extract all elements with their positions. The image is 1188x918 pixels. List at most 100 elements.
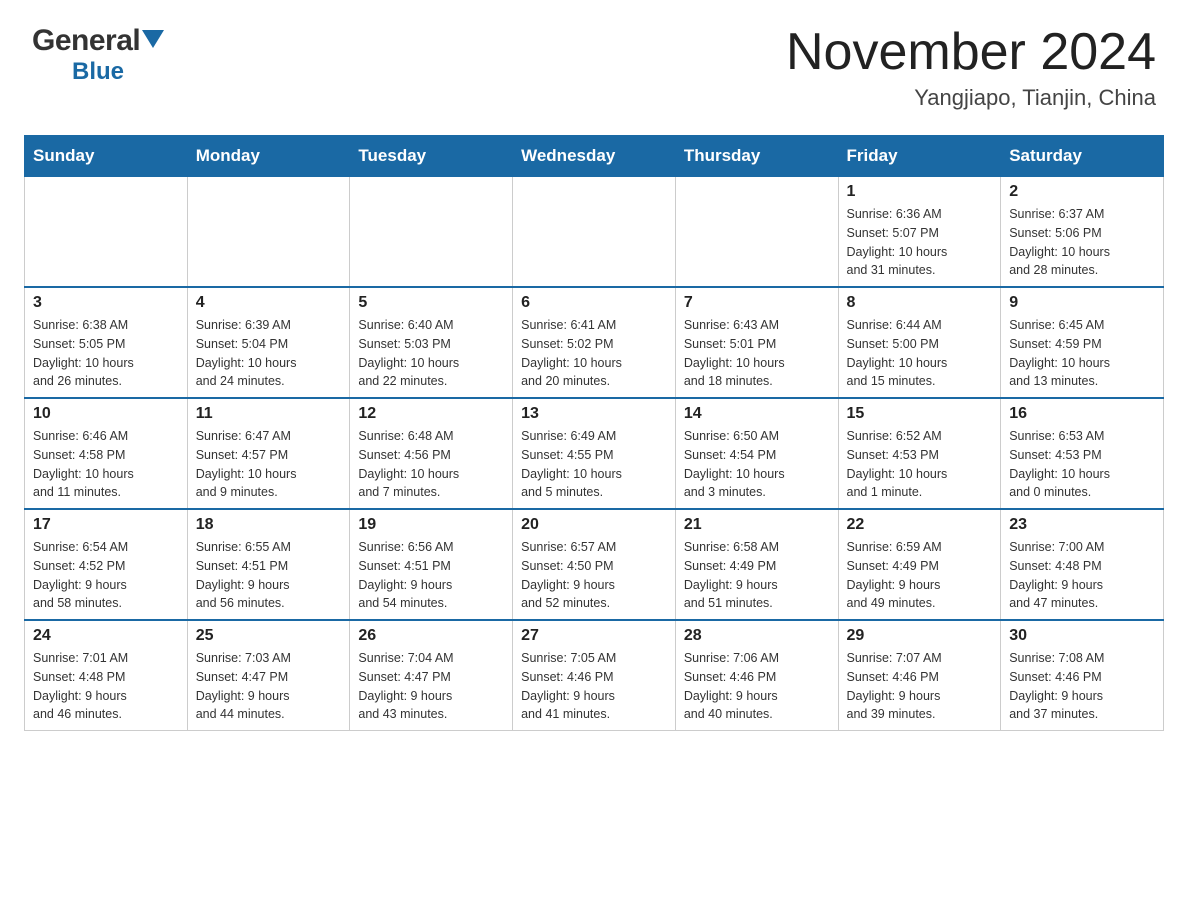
- calendar-cell: 29Sunrise: 7:07 AM Sunset: 4:46 PM Dayli…: [838, 620, 1001, 731]
- calendar-cell: [350, 177, 513, 288]
- day-number: 15: [847, 405, 993, 423]
- logo-triangle-icon: [142, 30, 164, 53]
- calendar-cell: [25, 177, 188, 288]
- calendar-cell: 27 Sunrise: 7:05 AM Sunset: 4:46 PM Dayli…: [513, 620, 676, 731]
- day-info: Sunrise: 6:55 AM Sunset: 4:51 PM Dayligh…: [196, 538, 342, 613]
- calendar-cell: 26Sunrise: 7:04 AM Sunset: 4:47 PM Dayli…: [350, 620, 513, 731]
- day-number: 2: [1009, 183, 1155, 201]
- calendar-cell: 20Sunrise: 6:57 AM Sunset: 4:50 PM Dayli…: [513, 509, 676, 620]
- day-number: 11: [196, 405, 342, 423]
- day-number: 3: [33, 294, 179, 312]
- calendar-cell: 28 Sunrise: 7:06 AM Sunset: 4:46 PM Dayli…: [675, 620, 838, 731]
- day-info: Sunrise: 6:52 AM Sunset: 4:53 PM Dayligh…: [847, 427, 993, 502]
- day-of-week-header: Monday: [187, 136, 350, 177]
- calendar-cell: 12 Sunrise: 6:48 AM Sunset: 4:56 PM Dayli…: [350, 398, 513, 509]
- day-number: 16: [1009, 405, 1155, 423]
- day-number: 9: [1009, 294, 1155, 312]
- calendar-cell: 17 Sunrise: 6:54 AM Sunset: 4:52 PM Dayli…: [25, 509, 188, 620]
- day-info: Sunrise: 6:45 AM Sunset: 4:59 PM Dayligh…: [1009, 316, 1155, 391]
- calendar-cell: 6 Sunrise: 6:41 AM Sunset: 5:02 PM Daylig…: [513, 287, 676, 398]
- day-number: 29: [847, 627, 993, 645]
- day-number: 24: [33, 627, 179, 645]
- calendar-cell: 13 Sunrise: 6:49 AM Sunset: 4:55 PM Dayli…: [513, 398, 676, 509]
- calendar-cell: 16 Sunrise: 6:53 AM Sunset: 4:53 PM Dayli…: [1001, 398, 1164, 509]
- day-info: Sunrise: 6:41 AM Sunset: 5:02 PM Dayligh…: [521, 316, 667, 391]
- day-number: 25: [196, 627, 342, 645]
- day-info: Sunrise: 6:39 AM Sunset: 5:04 PM Dayligh…: [196, 316, 342, 391]
- calendar-cell: 5 Sunrise: 6:40 AM Sunset: 5:03 PM Daylig…: [350, 287, 513, 398]
- location-subtitle: Yangjiapo, Tianjin, China: [786, 85, 1156, 111]
- day-info: Sunrise: 7:00 AM Sunset: 4:48 PM Dayligh…: [1009, 538, 1155, 613]
- day-info: Sunrise: 6:46 AM Sunset: 4:58 PM Dayligh…: [33, 427, 179, 502]
- calendar-cell: 19 Sunrise: 6:56 AM Sunset: 4:51 PM Dayli…: [350, 509, 513, 620]
- day-info: Sunrise: 6:56 AM Sunset: 4:51 PM Dayligh…: [358, 538, 504, 613]
- calendar-table: SundayMondayTuesdayWednesdayThursdayFrid…: [24, 135, 1164, 731]
- calendar-cell: 1 Sunrise: 6:36 AM Sunset: 5:07 PM Daylig…: [838, 177, 1001, 288]
- calendar-cell: 9 Sunrise: 6:45 AM Sunset: 4:59 PM Daylig…: [1001, 287, 1164, 398]
- day-number: 17: [33, 516, 179, 534]
- day-info: Sunrise: 6:54 AM Sunset: 4:52 PM Dayligh…: [33, 538, 179, 613]
- page-header: General Blue November 2024 Yangjiapo, Ti…: [0, 0, 1188, 127]
- calendar-cell: 3Sunrise: 6:38 AM Sunset: 5:05 PM Daylig…: [25, 287, 188, 398]
- calendar-header-row: SundayMondayTuesdayWednesdayThursdayFrid…: [25, 136, 1164, 177]
- day-info: Sunrise: 6:58 AM Sunset: 4:49 PM Dayligh…: [684, 538, 830, 613]
- calendar-cell: 30Sunrise: 7:08 AM Sunset: 4:46 PM Dayli…: [1001, 620, 1164, 731]
- day-number: 10: [33, 405, 179, 423]
- day-of-week-header: Tuesday: [350, 136, 513, 177]
- day-info: Sunrise: 6:53 AM Sunset: 4:53 PM Dayligh…: [1009, 427, 1155, 502]
- day-info: Sunrise: 6:43 AM Sunset: 5:01 PM Dayligh…: [684, 316, 830, 391]
- day-info: Sunrise: 6:59 AM Sunset: 4:49 PM Dayligh…: [847, 538, 993, 613]
- day-info: Sunrise: 7:05 AM Sunset: 4:46 PM Dayligh…: [521, 649, 667, 724]
- month-year-title: November 2024: [786, 24, 1156, 81]
- day-number: 5: [358, 294, 504, 312]
- day-of-week-header: Wednesday: [513, 136, 676, 177]
- logo-general-text: General: [32, 24, 140, 58]
- logo: General Blue: [32, 24, 164, 86]
- day-number: 22: [847, 516, 993, 534]
- day-info: Sunrise: 6:44 AM Sunset: 5:00 PM Dayligh…: [847, 316, 993, 391]
- calendar-cell: 11 Sunrise: 6:47 AM Sunset: 4:57 PM Dayli…: [187, 398, 350, 509]
- day-number: 18: [196, 516, 342, 534]
- calendar-cell: [187, 177, 350, 288]
- day-number: 6: [521, 294, 667, 312]
- calendar-cell: 21 Sunrise: 6:58 AM Sunset: 4:49 PM Dayli…: [675, 509, 838, 620]
- day-info: Sunrise: 6:47 AM Sunset: 4:57 PM Dayligh…: [196, 427, 342, 502]
- day-number: 14: [684, 405, 830, 423]
- day-info: Sunrise: 6:36 AM Sunset: 5:07 PM Dayligh…: [847, 205, 993, 280]
- day-info: Sunrise: 6:40 AM Sunset: 5:03 PM Dayligh…: [358, 316, 504, 391]
- day-number: 1: [847, 183, 993, 201]
- title-block: November 2024 Yangjiapo, Tianjin, China: [786, 24, 1156, 111]
- day-info: Sunrise: 7:06 AM Sunset: 4:46 PM Dayligh…: [684, 649, 830, 724]
- day-info: Sunrise: 7:03 AM Sunset: 4:47 PM Dayligh…: [196, 649, 342, 724]
- day-info: Sunrise: 6:49 AM Sunset: 4:55 PM Dayligh…: [521, 427, 667, 502]
- day-number: 28: [684, 627, 830, 645]
- day-number: 26: [358, 627, 504, 645]
- day-number: 23: [1009, 516, 1155, 534]
- day-number: 12: [358, 405, 504, 423]
- day-info: Sunrise: 6:37 AM Sunset: 5:06 PM Dayligh…: [1009, 205, 1155, 280]
- calendar-cell: 2 Sunrise: 6:37 AM Sunset: 5:06 PM Daylig…: [1001, 177, 1164, 288]
- calendar-cell: 23 Sunrise: 7:00 AM Sunset: 4:48 PM Dayli…: [1001, 509, 1164, 620]
- day-number: 19: [358, 516, 504, 534]
- calendar-cell: 15 Sunrise: 6:52 AM Sunset: 4:53 PM Dayli…: [838, 398, 1001, 509]
- day-number: 4: [196, 294, 342, 312]
- day-number: 13: [521, 405, 667, 423]
- day-number: 21: [684, 516, 830, 534]
- calendar-cell: 18 Sunrise: 6:55 AM Sunset: 4:51 PM Dayli…: [187, 509, 350, 620]
- day-number: 30: [1009, 627, 1155, 645]
- day-of-week-header: Thursday: [675, 136, 838, 177]
- day-number: 8: [847, 294, 993, 312]
- calendar-cell: 8 Sunrise: 6:44 AM Sunset: 5:00 PM Daylig…: [838, 287, 1001, 398]
- day-info: Sunrise: 6:48 AM Sunset: 4:56 PM Dayligh…: [358, 427, 504, 502]
- calendar-cell: 24 Sunrise: 7:01 AM Sunset: 4:48 PM Dayli…: [25, 620, 188, 731]
- day-info: Sunrise: 6:57 AM Sunset: 4:50 PM Dayligh…: [521, 538, 667, 613]
- calendar-cell: [513, 177, 676, 288]
- day-info: Sunrise: 7:01 AM Sunset: 4:48 PM Dayligh…: [33, 649, 179, 724]
- logo-blue-text: Blue: [72, 58, 124, 86]
- day-number: 7: [684, 294, 830, 312]
- day-of-week-header: Sunday: [25, 136, 188, 177]
- day-number: 27: [521, 627, 667, 645]
- calendar-cell: 7 Sunrise: 6:43 AM Sunset: 5:01 PM Daylig…: [675, 287, 838, 398]
- calendar-cell: 4 Sunrise: 6:39 AM Sunset: 5:04 PM Daylig…: [187, 287, 350, 398]
- day-info: Sunrise: 6:50 AM Sunset: 4:54 PM Dayligh…: [684, 427, 830, 502]
